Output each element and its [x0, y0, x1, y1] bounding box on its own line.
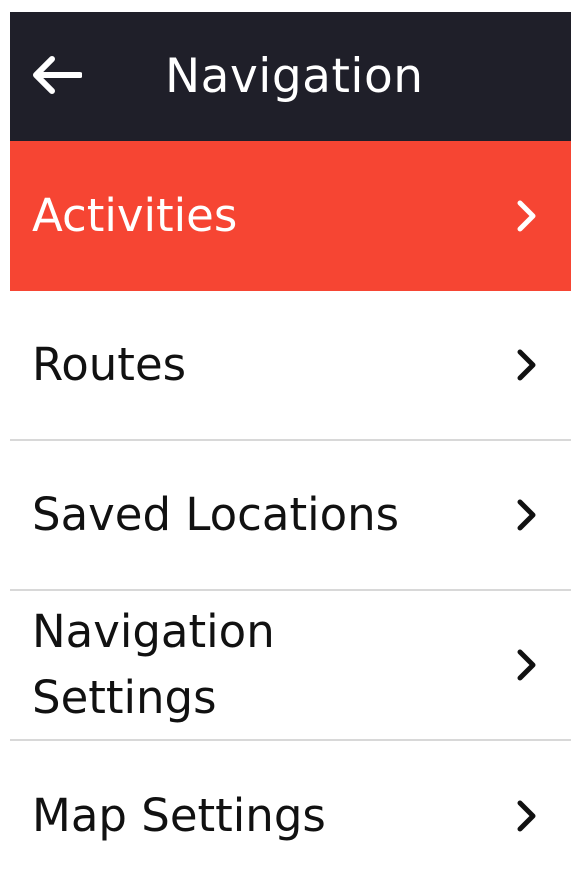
menu-item-label: Saved Locations	[32, 488, 400, 541]
menu-item-activities[interactable]: Activities	[10, 141, 571, 291]
chevron-right-icon	[515, 198, 539, 234]
menu-item-saved-locations[interactable]: Saved Locations	[10, 441, 571, 591]
chevron-right-icon	[515, 647, 539, 683]
arrow-left-icon	[30, 55, 83, 99]
menu-list: Activities Routes Saved Locations Naviga…	[10, 141, 571, 891]
menu-item-label: Navigation Settings	[32, 605, 275, 724]
chevron-right-icon	[515, 497, 539, 533]
menu-item-label: Activities	[32, 189, 238, 242]
menu-item-label: Map Settings	[32, 789, 326, 842]
menu-item-label: Routes	[32, 338, 187, 391]
header-bar: Navigation	[10, 12, 571, 141]
navigation-screen: Navigation Activities Routes Saved Locat…	[10, 12, 571, 886]
chevron-right-icon	[515, 798, 539, 834]
menu-item-map-settings[interactable]: Map Settings	[10, 741, 571, 891]
page-title: Navigation	[165, 49, 424, 104]
chevron-right-icon	[515, 347, 539, 383]
menu-item-routes[interactable]: Routes	[10, 291, 571, 441]
menu-item-navigation-settings[interactable]: Navigation Settings	[10, 591, 571, 741]
back-button[interactable]	[24, 45, 88, 109]
